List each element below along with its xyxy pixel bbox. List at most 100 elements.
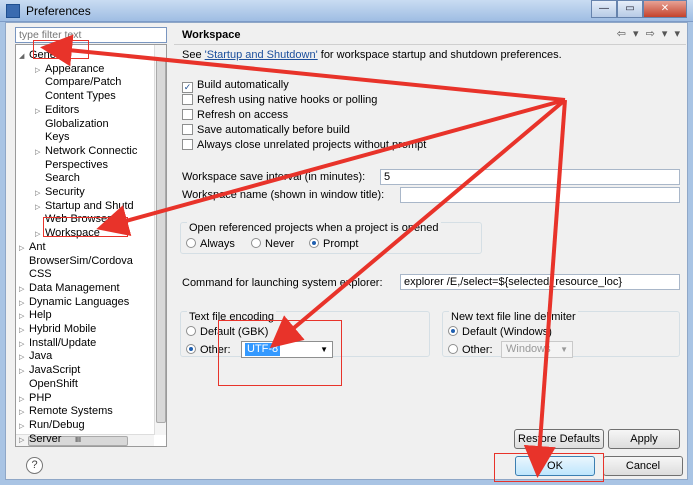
delimiter-select[interactable]: Windows ▼ <box>501 341 573 358</box>
tree-item[interactable]: ▷ Network Connectic <box>35 144 137 158</box>
highlight-box-workspace <box>43 217 128 237</box>
scroll-thumb[interactable] <box>156 59 166 423</box>
tree-item[interactable]: ▷ Data Management <box>19 281 120 295</box>
tree-item-label: Data Management <box>29 281 120 294</box>
tree-item[interactable]: Content Types <box>35 89 116 103</box>
tree-item[interactable]: ▷ Server <box>19 432 61 446</box>
highlight-box-general <box>33 40 89 59</box>
explorer-command-field[interactable] <box>400 274 680 290</box>
tree-item[interactable]: Search <box>35 171 80 185</box>
radio-button[interactable] <box>448 326 458 336</box>
title-bar: Preferences — ▭ ✕ <box>0 0 693 22</box>
tree-item-label: Globalization <box>45 117 109 130</box>
tree-item[interactable]: ▷ Remote Systems <box>19 404 113 418</box>
tree-item[interactable]: OpenShift <box>19 377 78 391</box>
radio-default-delimiter[interactable]: Default (Windows) <box>448 325 552 339</box>
radio-button[interactable] <box>186 326 196 336</box>
radio-label: Never <box>265 238 295 250</box>
tree-item[interactable]: ▷ Java <box>19 349 52 363</box>
tree-item[interactable]: ▷ Run/Debug <box>19 418 85 432</box>
checkbox-box[interactable] <box>182 94 193 105</box>
tree-item[interactable]: ▷ PHP <box>19 391 52 405</box>
save-interval-label: Workspace save interval (in minutes): <box>182 171 366 183</box>
group-title: New text file line delimiter <box>449 311 578 323</box>
build-automatically-checkbox[interactable]: ✓ Build automatically <box>182 78 289 93</box>
explorer-command-label: Command for launching system explorer: <box>182 277 383 289</box>
tree-item[interactable]: ▷ Help <box>19 308 52 322</box>
tree-item-label: Compare/Patch <box>45 76 122 89</box>
radio-button[interactable] <box>251 238 261 248</box>
tree-item-label: Ant <box>29 240 46 253</box>
radio-button[interactable] <box>448 344 458 354</box>
tree-item-label: Appearance <box>45 62 105 75</box>
close-unrelated-projects-checkbox[interactable]: Always close unrelated projects without … <box>182 138 426 152</box>
save-interval-field[interactable] <box>380 169 680 185</box>
checkbox-box[interactable] <box>182 109 193 120</box>
radio-always[interactable]: Always <box>186 237 235 251</box>
radio-button[interactable] <box>186 238 196 248</box>
refresh-on-access-checkbox[interactable]: Refresh on access <box>182 108 288 122</box>
history-nav-icon[interactable]: ⇦ ▾ ⇨ ▾ ▾ <box>617 27 682 40</box>
refresh-native-hooks-checkbox[interactable]: Refresh using native hooks or polling <box>182 93 377 107</box>
radio-button[interactable] <box>309 238 319 248</box>
delimiter-value: Windows <box>506 343 551 355</box>
page-title: Workspace <box>182 29 241 41</box>
checkbox-label: Refresh using native hooks or polling <box>197 94 378 106</box>
window-controls: — ▭ ✕ <box>591 0 687 18</box>
tree-item-label: Keys <box>45 131 70 144</box>
minimize-button[interactable]: — <box>591 0 617 18</box>
tree-item-label: Perspectives <box>45 158 108 171</box>
preferences-app-icon <box>6 4 20 18</box>
tree-item[interactable]: CSS <box>19 267 52 281</box>
open-referenced-projects-group: Open referenced projects when a project … <box>180 222 482 254</box>
tree-item[interactable]: ▷ Install/Update <box>19 336 96 350</box>
checkbox-box[interactable]: ✓ <box>182 82 193 93</box>
radio-never[interactable]: Never <box>251 237 294 251</box>
tree-item[interactable]: Keys <box>35 130 69 144</box>
tree-item[interactable]: ▷ Ant <box>19 240 46 254</box>
tree-item-label: Run/Debug <box>29 418 85 431</box>
expand-arrow-icon[interactable]: ▷ <box>19 434 29 446</box>
workspace-name-field[interactable] <box>400 187 680 203</box>
save-before-build-checkbox[interactable]: Save automatically before build <box>182 123 350 137</box>
tree-item[interactable]: ▷ Appearance <box>35 62 104 76</box>
group-title: Open referenced projects when a project … <box>187 222 441 234</box>
tree-item-label: Search <box>45 172 80 185</box>
startup-shutdown-link[interactable]: 'Startup and Shutdown' <box>205 49 318 61</box>
tree-item[interactable]: Perspectives <box>35 158 108 172</box>
workspace-page: Workspace ⇦ ▾ ⇨ ▾ ▾ See 'Startup and Shu… <box>174 23 686 453</box>
maximize-button[interactable]: ▭ <box>617 0 643 18</box>
tree-item-label: PHP <box>29 391 52 404</box>
checkbox-box[interactable] <box>182 139 193 150</box>
tree-item[interactable]: Globalization <box>35 117 109 131</box>
tree-item[interactable]: BrowserSim/Cordova <box>19 254 133 268</box>
tree-item-label: Dynamic Languages <box>29 295 130 308</box>
tree-item-label: Startup and Shutd <box>45 199 134 212</box>
cancel-button[interactable]: Cancel <box>603 456 683 476</box>
close-button[interactable]: ✕ <box>643 0 687 18</box>
tree-item[interactable]: ▷ Startup and Shutd <box>35 199 134 213</box>
chevron-down-icon[interactable]: ▼ <box>560 342 568 357</box>
tree-item[interactable]: ▷ Editors <box>35 103 79 117</box>
tree-item-label: Help <box>29 309 52 322</box>
restore-defaults-button[interactable]: Restore Defaults <box>514 429 604 449</box>
expand-arrow-icon[interactable]: ◢ <box>19 50 29 64</box>
radio-prompt[interactable]: Prompt <box>309 237 358 251</box>
checkbox-label: Always close unrelated projects without … <box>197 139 427 151</box>
radio-other-delimiter[interactable]: Other: <box>448 343 493 357</box>
radio-label: Other: <box>462 344 493 356</box>
tree-item[interactable]: ▷ Hybrid Mobile <box>19 322 96 336</box>
tree-item[interactable]: Compare/Patch <box>35 75 121 89</box>
checkbox-box[interactable] <box>182 124 193 135</box>
tree-item[interactable]: ▷ Security <box>35 185 85 199</box>
tree-item[interactable]: ▷ JavaScript <box>19 363 80 377</box>
help-icon[interactable]: ? <box>26 457 43 474</box>
workspace-name-label: Workspace name (shown in window title): <box>182 189 385 201</box>
tree-item[interactable]: ▷ Dynamic Languages <box>19 295 129 309</box>
see-prefix: See <box>182 49 205 61</box>
tree-item-label: Remote Systems <box>29 405 113 418</box>
tree-vertical-scrollbar[interactable] <box>154 45 166 435</box>
radio-label: Always <box>200 238 235 250</box>
radio-button[interactable] <box>186 344 196 354</box>
apply-button[interactable]: Apply <box>608 429 680 449</box>
